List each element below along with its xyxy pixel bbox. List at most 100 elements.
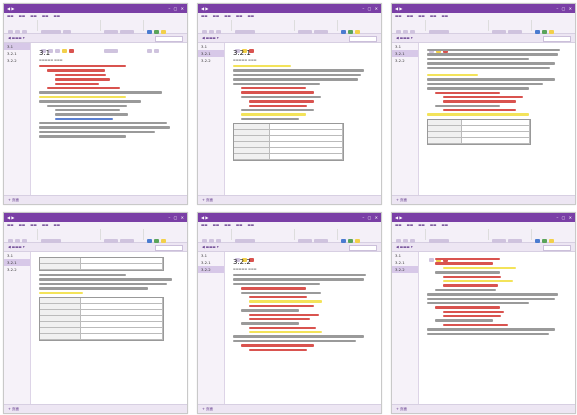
font-group[interactable] — [40, 20, 101, 53]
page-item[interactable]: 3.2.2 — [4, 57, 30, 64]
notebook-navbar[interactable]: ◀ ▬▬▬ ▾ — [4, 34, 187, 43]
page-item[interactable]: 3.2.1 — [198, 259, 224, 266]
quick-access-icon[interactable]: ◀ ▶ — [201, 213, 208, 222]
page-item[interactable]: 3.1 — [392, 43, 418, 50]
tags-group[interactable] — [146, 229, 184, 243]
status-bar[interactable]: + 页面 — [4, 404, 187, 413]
window-controls[interactable]: – ▢ ✕ — [168, 213, 185, 222]
status-bar[interactable]: + 页面 — [392, 195, 575, 204]
page-item[interactable]: 3.2.2 — [392, 266, 418, 273]
tags-group[interactable] — [534, 20, 572, 34]
text-line — [39, 135, 126, 138]
page-content[interactable] — [35, 254, 180, 405]
page-item[interactable]: 3.1 — [198, 43, 224, 50]
search-input[interactable] — [155, 245, 183, 251]
text-line — [241, 86, 307, 90]
ribbon: ▬▬ ▬▬ ▬▬ ▬▬ ▬▬ — [392, 13, 575, 53]
quick-access-icon[interactable]: ◀ ▶ — [395, 4, 402, 13]
tags-group[interactable] — [146, 20, 184, 53]
tags-group[interactable] — [340, 229, 378, 243]
ribbon-tabs[interactable]: ▬▬ ▬▬ ▬▬ ▬▬ ▬▬ — [198, 222, 381, 228]
text-line — [435, 271, 501, 274]
styles-group[interactable] — [297, 20, 338, 34]
notebook-navbar[interactable]: ◀ ▬▬▬ ▾ — [392, 243, 575, 252]
styles-group[interactable] — [103, 20, 144, 53]
search-input[interactable] — [349, 245, 377, 251]
search-input[interactable] — [543, 245, 571, 251]
page-item[interactable]: 3.2.2 — [198, 266, 224, 273]
status-bar[interactable]: + 页面 — [198, 195, 381, 204]
page-item[interactable]: 3.2.2 — [4, 266, 30, 273]
clipboard-group[interactable] — [7, 229, 38, 243]
status-bar[interactable]: + 页面 — [4, 195, 187, 204]
page-item[interactable]: 3.2.1 — [4, 50, 30, 57]
window-controls[interactable]: – ▢ ✕ — [362, 4, 379, 13]
page-item[interactable]: 3.2.1 — [4, 259, 30, 266]
clipboard-group[interactable] — [395, 20, 426, 34]
clipboard-group[interactable] — [7, 20, 38, 53]
page-item[interactable]: 3.2.2 — [392, 57, 418, 64]
page-item[interactable]: 3.1 — [4, 252, 30, 259]
highlighted-line — [427, 73, 478, 77]
window-controls[interactable]: – ▢ ✕ — [556, 4, 573, 13]
page-item[interactable]: 3.2.1 — [392, 50, 418, 57]
status-bar[interactable]: + 页面 — [198, 404, 381, 413]
page-list: 3.1 3.2.1 3.2.2 — [392, 252, 419, 405]
clipboard-group[interactable] — [201, 229, 232, 243]
page-item[interactable]: 3.1 — [392, 252, 418, 259]
search-input[interactable] — [543, 36, 571, 42]
ribbon-tabs[interactable]: ▬▬ ▬▬ ▬▬ ▬▬ ▬▬ — [392, 13, 575, 19]
font-group[interactable] — [40, 229, 101, 262]
ribbon-tabs[interactable]: ▬▬ ▬▬ ▬▬ ▬▬ ▬▬ — [4, 222, 187, 228]
tags-group[interactable] — [534, 229, 572, 243]
tags-group[interactable] — [340, 20, 378, 34]
text-line — [427, 66, 551, 69]
quick-access-icon[interactable]: ◀ ▶ — [7, 4, 14, 13]
page-content[interactable]: 3.2.1 ▬▬▬▬▬ ▬▬▬ — [229, 45, 374, 196]
ribbon-tabs[interactable]: ▬▬ ▬▬ ▬▬ ▬▬ ▬▬ — [4, 13, 187, 19]
title-bar: ◀ ▶ – ▢ ✕ — [392, 213, 575, 222]
search-input[interactable] — [349, 36, 377, 42]
clipboard-group[interactable] — [201, 20, 232, 34]
styles-group[interactable] — [103, 229, 144, 243]
text-line — [39, 65, 126, 68]
text-line — [249, 326, 316, 330]
quick-access-icon[interactable]: ◀ ▶ — [395, 213, 402, 222]
page-content[interactable] — [423, 254, 568, 405]
ribbon-tabs[interactable]: ▬▬ ▬▬ ▬▬ ▬▬ ▬▬ — [392, 222, 575, 228]
highlighted-line — [249, 331, 322, 334]
page-item[interactable]: 3.1 — [198, 252, 224, 259]
page-item[interactable]: 3.2.2 — [198, 57, 224, 64]
page-item[interactable]: 3.1 — [4, 43, 30, 50]
styles-group[interactable] — [491, 229, 532, 243]
window-controls[interactable]: – ▢ ✕ — [556, 213, 573, 222]
window-controls[interactable]: – ▢ ✕ — [362, 213, 379, 222]
text-line — [39, 91, 163, 94]
onenote-window-3: ◀ ▶ – ▢ ✕ ▬▬ ▬▬ ▬▬ ▬▬ ▬▬ ◀ ▬▬▬ ▾ 3.1 3.2.1 3… — [391, 3, 576, 205]
notebook-navbar[interactable]: ◀ ▬▬▬ ▾ — [198, 243, 381, 252]
styles-group[interactable] — [491, 20, 532, 34]
page-list: 3.1 3.2.1 3.2.2 — [198, 43, 225, 196]
notebook-navbar[interactable]: ◀ ▬▬▬ ▾ — [198, 34, 381, 43]
title-bar: ◀ ▶ – ▢ ✕ — [4, 213, 187, 222]
quick-access-icon[interactable]: ◀ ▶ — [7, 213, 14, 222]
status-bar[interactable]: + 页面 — [392, 404, 575, 413]
clipboard-group[interactable] — [395, 229, 426, 243]
page-item[interactable]: 3.2.1 — [198, 50, 224, 57]
font-group[interactable] — [234, 20, 295, 53]
font-group[interactable] — [234, 229, 295, 262]
styles-group[interactable] — [297, 229, 338, 243]
page-item[interactable]: 3.2.1 — [392, 259, 418, 266]
text-line — [427, 328, 555, 331]
ribbon-tabs[interactable]: ▬▬ ▬▬ ▬▬ ▬▬ ▬▬ — [198, 13, 381, 19]
page-content[interactable] — [423, 45, 568, 196]
quick-access-icon[interactable]: ◀ ▶ — [201, 4, 208, 13]
notebook-navbar[interactable]: ◀ ▬▬▬ ▾ — [4, 243, 187, 252]
page-content[interactable]: 3.1 ▬▬▬▬▬ ▬▬▬ — [35, 45, 180, 196]
font-group[interactable] — [428, 229, 489, 262]
search-input[interactable] — [155, 36, 183, 42]
page-content[interactable]: 3.2.2 ▬▬▬▬▬ ▬▬▬ — [229, 254, 374, 405]
font-group[interactable] — [428, 20, 489, 53]
window-controls[interactable]: – ▢ ✕ — [168, 4, 185, 13]
notebook-navbar[interactable]: ◀ ▬▬▬ ▾ — [392, 34, 575, 43]
